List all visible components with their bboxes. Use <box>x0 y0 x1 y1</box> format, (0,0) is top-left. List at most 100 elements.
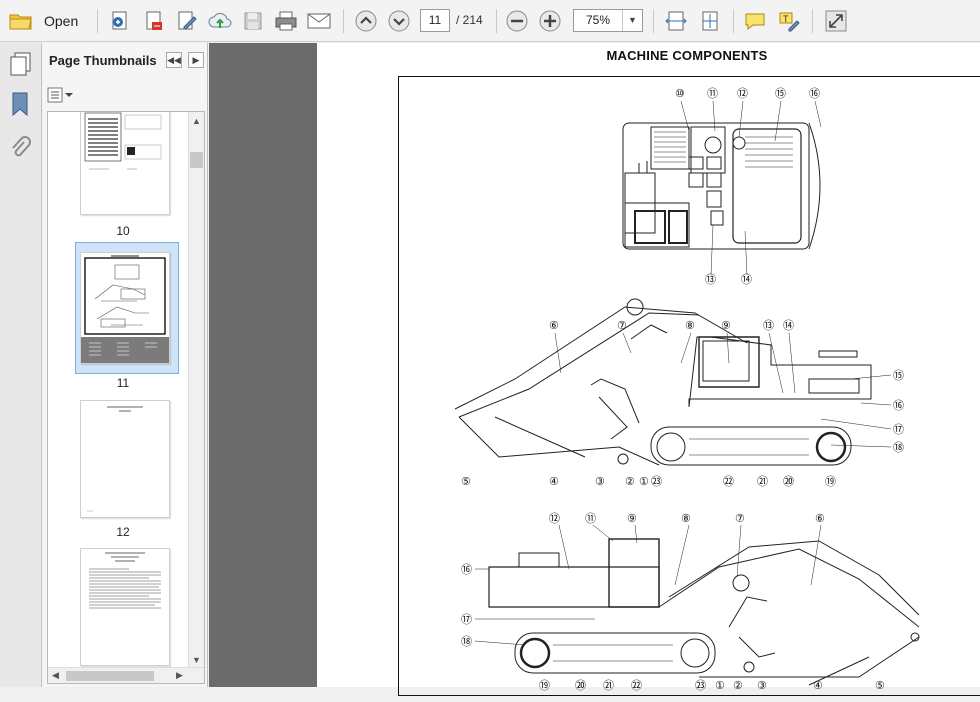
svg-text:⑳: ⑳ <box>783 475 794 488</box>
side-view-1-drawing <box>454 298 872 466</box>
excavator-diagram: ⑩⑪⑫ ⑮⑯ ⑬⑭ ⑥ ⑦ ⑧ ⑨ ⑬ ⑭ ⑮⑯⑰⑱ ⑤ ④ ③ ② ① ㉓ ㉒… <box>454 87 920 692</box>
thumbnail-label: 11 <box>116 376 130 390</box>
thumbnail-page-current[interactable] <box>80 252 170 364</box>
svg-text:④: ④ <box>813 680 823 692</box>
thumbnail-label: 10 <box>116 224 130 238</box>
svg-text:⑱: ⑱ <box>461 635 472 648</box>
thumbnail-list[interactable]: 10 11 12 ▲ ▼ ◀ ▶ <box>47 111 205 684</box>
document-gutter <box>209 43 317 687</box>
thumbnail-scrollbar-vertical[interactable]: ▲ ▼ <box>188 112 204 683</box>
svg-text:②: ② <box>733 680 743 692</box>
page-down-icon[interactable] <box>386 8 412 34</box>
separator <box>812 9 813 33</box>
page-total: / 214 <box>456 13 483 27</box>
svg-text:⑲: ⑲ <box>825 475 836 488</box>
svg-text:⑦: ⑦ <box>617 320 627 332</box>
panel-title: Page Thumbnails <box>49 53 157 68</box>
svg-text:⑤: ⑤ <box>875 680 885 692</box>
separator <box>733 9 734 33</box>
scroll-thumb[interactable] <box>190 152 203 168</box>
svg-text:㉓: ㉓ <box>651 475 662 488</box>
svg-text:③: ③ <box>757 680 767 692</box>
svg-text:㉓: ㉓ <box>695 679 706 692</box>
thumbnail-scrollbar-horizontal[interactable]: ◀ ▶ <box>48 667 204 683</box>
svg-text:⑲: ⑲ <box>539 679 550 692</box>
highlight-icon[interactable]: T <box>776 8 802 34</box>
svg-text:⑤: ⑤ <box>461 476 471 488</box>
bookmark-icon[interactable] <box>9 91 31 122</box>
svg-text:⑥: ⑥ <box>815 513 825 525</box>
print-icon[interactable] <box>273 8 299 34</box>
thumbnail-label: 12 <box>116 525 130 539</box>
comment-icon[interactable] <box>742 8 768 34</box>
thumbnail-page[interactable] <box>80 548 170 666</box>
svg-text:①: ① <box>639 476 649 488</box>
svg-text:㉒: ㉒ <box>631 679 642 692</box>
svg-text:⑧: ⑧ <box>685 320 695 332</box>
side-view-2-leaders <box>474 524 822 646</box>
svg-text:㉑: ㉑ <box>757 475 768 488</box>
svg-text:T: T <box>783 14 789 24</box>
zoom-select[interactable]: 75% ▼ <box>573 9 643 32</box>
fit-width-icon[interactable] <box>663 8 689 34</box>
chevron-down-icon[interactable]: ▼ <box>622 10 642 31</box>
scroll-thumb[interactable] <box>66 671 154 681</box>
side-view-2-drawing <box>488 538 920 686</box>
save-icon[interactable] <box>240 8 266 34</box>
svg-text:⑬: ⑬ <box>705 273 716 286</box>
svg-text:⑬: ⑬ <box>763 319 774 332</box>
edit-icon[interactable] <box>174 8 200 34</box>
svg-text:⑮: ⑮ <box>775 87 786 100</box>
expand-icon[interactable] <box>823 8 849 34</box>
open-button[interactable]: Open <box>44 13 78 29</box>
svg-text:⑯: ⑯ <box>893 399 904 412</box>
panel-forward-icon[interactable]: ▶ <box>188 52 204 68</box>
create-pdf-icon[interactable] <box>108 8 134 34</box>
svg-text:⑳: ⑳ <box>575 679 586 692</box>
svg-text:⑱: ⑱ <box>893 441 904 454</box>
folder-icon[interactable] <box>8 8 34 34</box>
separator <box>343 9 344 33</box>
attachment-icon[interactable] <box>9 135 31 166</box>
navigation-rail <box>0 43 42 687</box>
figure-frame: ⑩⑪⑫ ⑮⑯ ⑬⑭ ⑥ ⑦ ⑧ ⑨ ⑬ ⑭ ⑮ ⑯ ⑰ ⑱ ⑤ ④ ③ ② ① … <box>398 76 980 696</box>
collapse-panel-icon[interactable]: ◀◀ <box>166 52 182 68</box>
svg-text:⑯: ⑯ <box>461 563 472 576</box>
side-view-2-callouts: ⑫ ⑪ ⑨ ⑧ ⑦ ⑥ ⑯ ⑰ ⑱ ⑲ ⑳ ㉑ ㉒ ㉓① ② ③ ④ ⑤ <box>461 512 885 692</box>
options-menu-button[interactable] <box>47 85 75 105</box>
chevron-left-icon[interactable]: ◀ <box>52 670 59 681</box>
svg-text:⑨: ⑨ <box>627 513 637 525</box>
thumbnail-page[interactable] <box>80 112 170 215</box>
page-heading: MACHINE COMPONENTS <box>606 48 768 63</box>
top-view-drawing <box>622 122 821 250</box>
svg-text:⑥: ⑥ <box>549 320 559 332</box>
fit-page-icon[interactable] <box>697 8 723 34</box>
svg-text:⑨: ⑨ <box>721 320 731 332</box>
page-number-input[interactable]: 11 <box>420 9 450 32</box>
svg-text:⑩: ⑩ <box>675 88 685 100</box>
svg-text:②: ② <box>625 476 635 488</box>
svg-text:⑪: ⑪ <box>707 87 718 100</box>
chevron-up-icon[interactable]: ▲ <box>192 116 201 126</box>
separator <box>653 9 654 33</box>
chevron-down-icon[interactable]: ▼ <box>192 655 201 665</box>
thumbnail-page[interactable] <box>80 400 170 518</box>
export-pdf-icon[interactable] <box>141 8 167 34</box>
svg-text:⑰: ⑰ <box>461 613 472 626</box>
svg-text:④: ④ <box>549 476 559 488</box>
svg-text:⑮: ⑮ <box>893 369 904 382</box>
svg-text:㉑: ㉑ <box>603 679 614 692</box>
upload-icon[interactable] <box>207 8 233 34</box>
zoom-out-icon[interactable] <box>504 8 530 34</box>
page-up-icon[interactable] <box>353 8 379 34</box>
email-icon[interactable] <box>306 8 332 34</box>
svg-text:⑰: ⑰ <box>893 423 904 436</box>
svg-text:①: ① <box>715 680 725 692</box>
zoom-in-icon[interactable] <box>537 8 563 34</box>
svg-text:⑪: ⑪ <box>585 512 596 525</box>
side-view-1-callouts: ⑥ ⑦ ⑧ ⑨ ⑬⑭ ⑮ ⑯ ⑰ ⑱ ⑤ ④ ③ ②①㉓ ㉒ ㉑ ⑳ ⑲ <box>461 319 904 488</box>
svg-text:③: ③ <box>595 476 605 488</box>
svg-text:⑫: ⑫ <box>737 87 748 100</box>
pages-icon[interactable] <box>8 51 34 82</box>
chevron-right-icon[interactable]: ▶ <box>176 670 183 681</box>
